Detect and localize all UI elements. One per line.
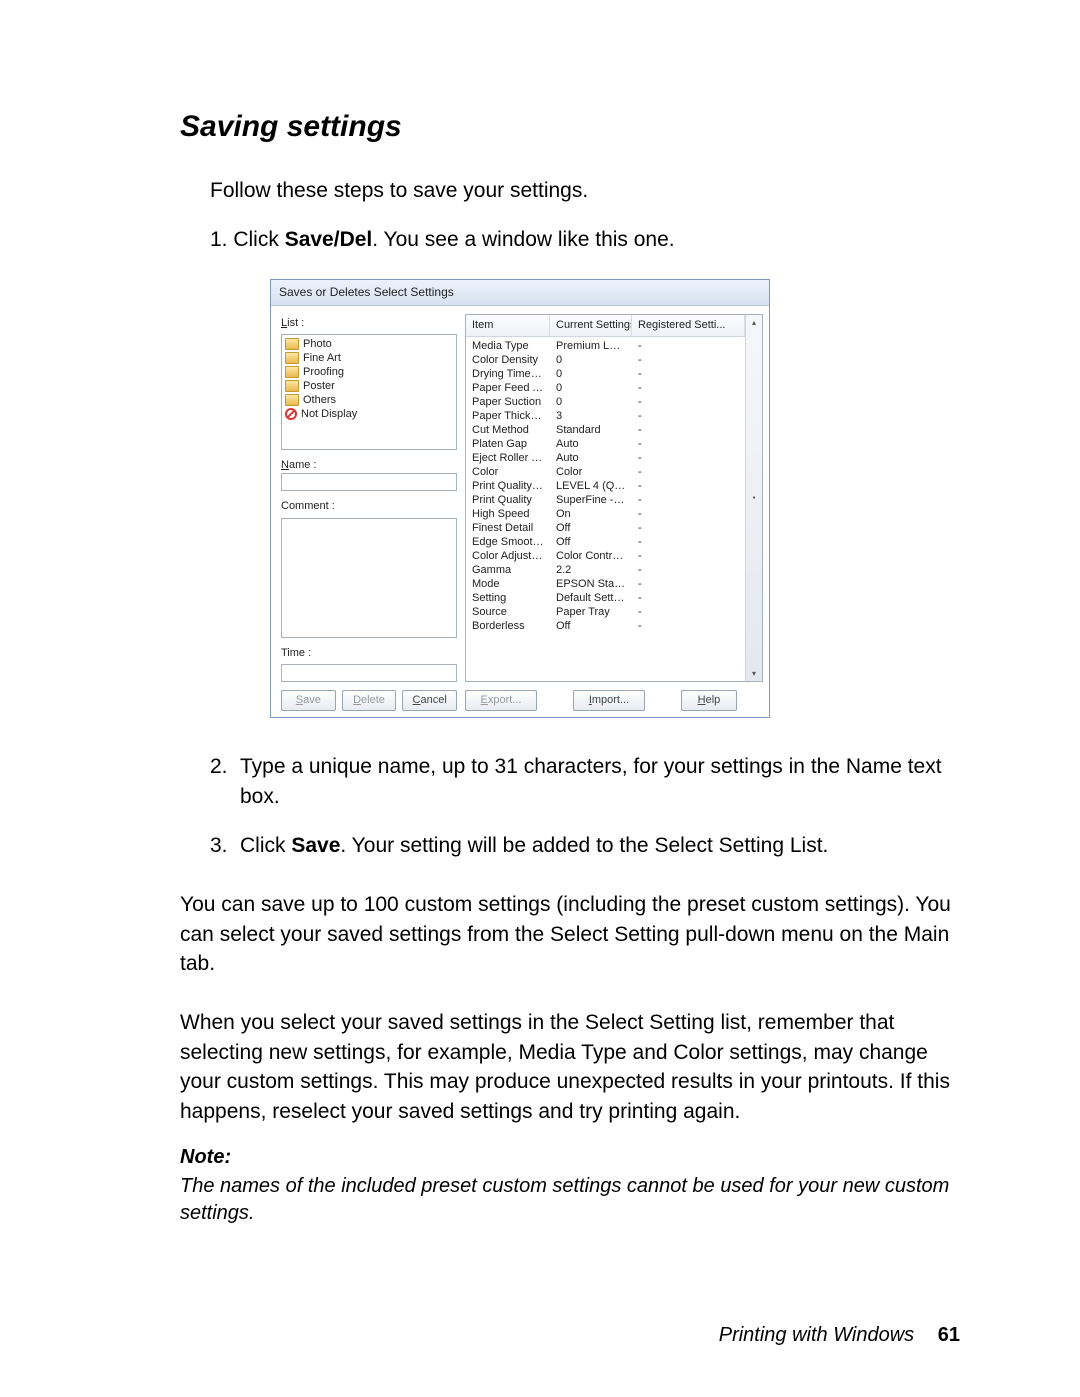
step-2: 2. Type a unique name, up to 31 characte… xyxy=(210,752,960,811)
vertical-scrollbar[interactable]: ▴ ▪ ▾ xyxy=(745,315,762,682)
tree-item-label: Poster xyxy=(303,379,335,393)
not-display-icon xyxy=(285,408,297,420)
step-3-number: 3. xyxy=(210,831,240,860)
settings-tree[interactable]: PhotoFine ArtProofingPosterOthersNot Dis… xyxy=(281,334,457,450)
step3-bold: Save xyxy=(291,834,340,857)
step1-post: . You see a window like this one. xyxy=(372,228,674,251)
table-row: Paper Suction0- xyxy=(466,395,745,409)
tree-item[interactable]: Others xyxy=(285,393,453,407)
footer-page-number: 61 xyxy=(938,1324,960,1346)
section-heading: Saving settings xyxy=(180,110,960,144)
time-label: Time : xyxy=(281,646,457,661)
scroll-up-icon[interactable]: ▴ xyxy=(752,317,756,328)
step3-post: . Your setting will be added to the Sele… xyxy=(340,834,828,857)
window-title: Saves or Deletes Select Settings xyxy=(271,280,769,306)
table-row: ColorColor- xyxy=(466,465,745,479)
help-button[interactable]: Help xyxy=(681,690,737,711)
table-row: Media TypePremium Luster ...- xyxy=(466,339,745,353)
col-registered: Registered Setti... xyxy=(632,315,745,336)
col-current: Current Settings xyxy=(550,315,632,336)
page-footer: Printing with Windows 61 xyxy=(719,1324,960,1347)
scroll-down-icon[interactable]: ▾ xyxy=(752,668,756,679)
intro-text: Follow these steps to save your settings… xyxy=(210,176,960,205)
table-row: Cut MethodStandard- xyxy=(466,423,745,437)
col-item: Item xyxy=(466,315,550,336)
table-row: Color AdjustmentColor Controls- xyxy=(466,549,745,563)
table-row: Paper Feed Adju...0- xyxy=(466,381,745,395)
step-2-text: Type a unique name, up to 31 characters,… xyxy=(240,752,960,811)
list-label: List : xyxy=(281,316,457,331)
table-row: BorderlessOff- xyxy=(466,619,745,633)
table-row: SettingDefault Setting- xyxy=(466,591,745,605)
table-row: High SpeedOn- xyxy=(466,507,745,521)
scroll-thumb-icon[interactable]: ▪ xyxy=(753,492,756,503)
time-field xyxy=(281,664,457,682)
step-3: 3. Click Save. Your setting will be adde… xyxy=(210,831,960,860)
folder-icon xyxy=(285,380,299,392)
step-3-text: Click Save. Your setting will be added t… xyxy=(240,831,828,860)
note-label: Note: xyxy=(180,1146,960,1169)
table-row: Platen GapAuto- xyxy=(466,437,745,451)
tree-item[interactable]: Fine Art xyxy=(285,351,453,365)
table-row: Print QualitySuperFine - 144...- xyxy=(466,493,745,507)
table-row: Eject Roller TypeAuto- xyxy=(466,451,745,465)
cancel-button[interactable]: Cancel xyxy=(402,690,457,711)
paragraph-1: You can save up to 100 custom settings (… xyxy=(180,890,960,978)
paragraph-2: When you select your saved settings in t… xyxy=(180,1008,960,1126)
name-input[interactable] xyxy=(281,473,457,491)
export-button[interactable]: Export... xyxy=(465,690,537,711)
table-row: Gamma2.2- xyxy=(466,563,745,577)
folder-icon xyxy=(285,394,299,406)
tree-item-label: Proofing xyxy=(303,365,344,379)
comment-textarea[interactable] xyxy=(281,518,457,638)
tree-item-label: Photo xyxy=(303,337,332,351)
folder-icon xyxy=(285,366,299,378)
name-label: Name : xyxy=(281,459,316,471)
step1-pre: 1. Click xyxy=(210,228,285,251)
table-row: Finest DetailOff- xyxy=(466,521,745,535)
folder-icon xyxy=(285,338,299,350)
table-row: ModeEPSON Standar...- xyxy=(466,577,745,591)
step-2-number: 2. xyxy=(210,752,240,811)
tree-item-label: Others xyxy=(303,393,336,407)
tree-item[interactable]: Photo xyxy=(285,337,453,351)
table-header: Item Current Settings Registered Setti..… xyxy=(466,315,745,337)
table-row: Color Density0- xyxy=(466,353,745,367)
tree-item[interactable]: Poster xyxy=(285,379,453,393)
import-button[interactable]: Import... xyxy=(573,690,645,711)
step1-bold: Save/Del xyxy=(285,228,373,251)
table-row: Paper Thickness3- xyxy=(466,409,745,423)
footer-section: Printing with Windows xyxy=(719,1324,914,1346)
table-row: Print Quality LevelLEVEL 4 (Quality)- xyxy=(466,479,745,493)
tree-item-label: Fine Art xyxy=(303,351,341,365)
delete-button[interactable]: Delete xyxy=(342,690,397,711)
comment-label: Comment : xyxy=(281,499,457,514)
folder-icon xyxy=(285,352,299,364)
table-row: Edge SmoothingOff- xyxy=(466,535,745,549)
tree-item[interactable]: Not Display xyxy=(285,407,453,421)
step-1: 1. Click Save/Del. You see a window like… xyxy=(210,225,960,254)
settings-table-body: Media TypePremium Luster ...-Color Densi… xyxy=(466,337,745,635)
table-row: Drying Time per ...0- xyxy=(466,367,745,381)
dialog-window: Saves or Deletes Select Settings List : … xyxy=(270,279,770,718)
save-button[interactable]: Save xyxy=(281,690,336,711)
tree-item-label: Not Display xyxy=(301,407,357,421)
tree-item[interactable]: Proofing xyxy=(285,365,453,379)
step3-pre: Click xyxy=(240,834,291,857)
note-body: The names of the included preset custom … xyxy=(180,1173,960,1227)
table-row: SourcePaper Tray- xyxy=(466,605,745,619)
